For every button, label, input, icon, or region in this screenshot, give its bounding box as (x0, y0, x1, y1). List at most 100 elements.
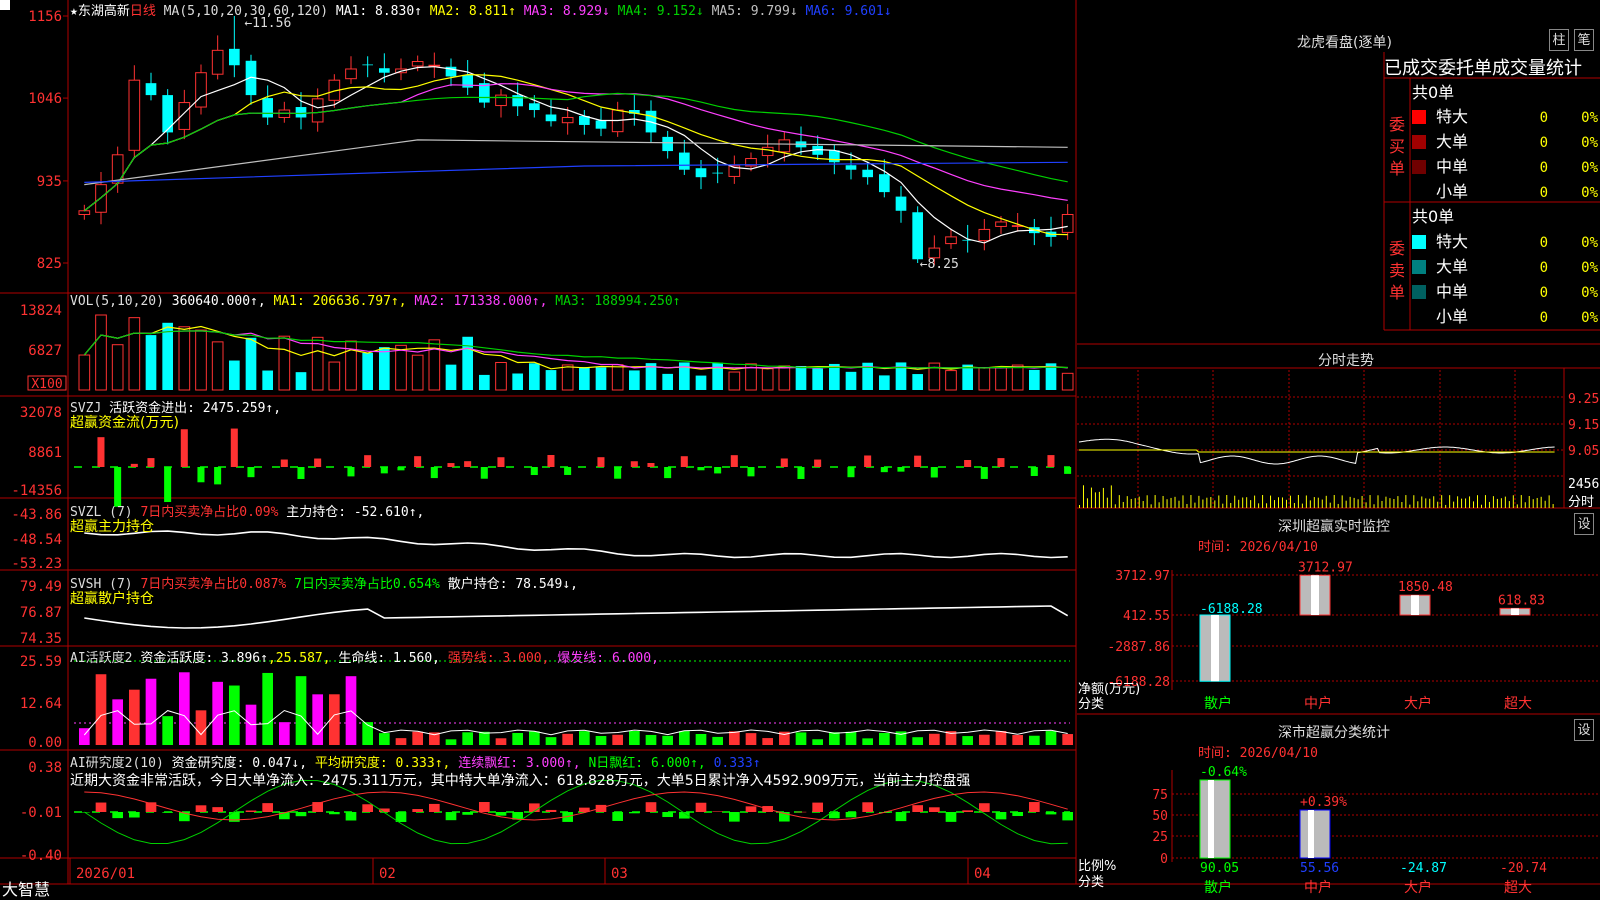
intraday-vol-bar-50 (1178, 500, 1180, 508)
ai-active-bar-50 (912, 737, 923, 745)
ai-active-bar-29 (562, 733, 573, 745)
svzj-bar-57 (1030, 467, 1038, 476)
intraday-vol-unit: 分时 (1568, 495, 1594, 510)
stock-name[interactable]: ★东湖高新 (70, 4, 130, 19)
bar-mode-button[interactable]: 柱 (1549, 29, 1569, 51)
volume-bar-24 (479, 374, 490, 390)
ai-active-bar-54 (979, 734, 990, 745)
intraday-vol-bar-52 (1182, 495, 1184, 508)
intraday-vol-bar-66 (1210, 497, 1212, 508)
svzj-sub: 超赢资金流(万元) (70, 415, 179, 431)
ai-active-bar-43 (795, 732, 807, 745)
intraday-vol-bar-206 (1488, 501, 1490, 508)
intraday-vol-bar-234 (1544, 500, 1546, 508)
volume-bar-20 (411, 354, 424, 391)
ai-research-bar-22 (445, 812, 457, 821)
ai-active-bar-53 (962, 736, 973, 745)
candle-body-3 (128, 79, 141, 151)
ai-active-bar-51 (929, 733, 940, 745)
intraday-vol-bar-164 (1405, 495, 1407, 508)
volume-bar-30 (579, 367, 590, 390)
intraday-vol-bar-106 (1289, 495, 1291, 508)
intraday-vol-bar-14 (1106, 497, 1108, 508)
intraday-vol-bar-146 (1369, 495, 1371, 508)
ai-research-bar-25 (495, 812, 507, 816)
svzj-bar-48 (880, 467, 888, 473)
ai-last: 0.333↑ (713, 756, 761, 771)
svzj-bar-40 (747, 467, 755, 477)
sell-side-label: 委 (1389, 239, 1405, 258)
ai-research-bar-56 (1012, 812, 1023, 817)
candle-body-13 (295, 107, 307, 118)
ai-research-bar-52 (945, 812, 957, 822)
volume-bar-12 (278, 335, 291, 391)
sz-category-settings-button[interactable]: 设 (1574, 719, 1594, 741)
ai-active-bar-28 (545, 737, 557, 745)
ai-active-bar-14 (312, 694, 323, 745)
sell-row-count-0: 0 (1540, 235, 1548, 251)
sz-monitor-settings-button[interactable]: 设 (1574, 513, 1594, 535)
ai-research-bar-43 (795, 811, 807, 813)
period-label[interactable]: 日线 (130, 4, 156, 19)
sz-category-category-1: 中户 (1304, 879, 1332, 896)
intraday-vol-bar-194 (1465, 498, 1467, 508)
volume-bar-3 (128, 317, 141, 391)
svzj-bar-31 (597, 457, 605, 467)
volume-bar-23 (462, 336, 473, 390)
volume-bar-13 (295, 372, 307, 390)
intraday-vol-bar-226 (1528, 495, 1530, 508)
volume-bar-4 (145, 335, 157, 390)
intraday-vol-bar-230 (1536, 497, 1538, 508)
sell-row-count-2: 0 (1540, 285, 1548, 301)
x-axis-label-1: 02 (379, 866, 396, 882)
ai-research-bar-11 (262, 803, 273, 812)
intraday-vol-bar-102 (1281, 497, 1283, 508)
candle-body-0 (78, 210, 91, 215)
ai-active-bar-11 (262, 672, 273, 745)
volume-bar-22 (445, 364, 457, 390)
ai-research-legend: AI研究度2(10) 资金研究度: 0.047↓, 平均研究度: 0.333↑,… (70, 752, 761, 771)
candle-body-45 (829, 150, 840, 163)
svzj-bar-14 (314, 458, 322, 467)
price-y-label-2: 935 (37, 174, 62, 190)
volume-y-label-1: 6827 (28, 343, 62, 359)
ai-research-bar-10 (245, 810, 257, 812)
svzj-bar-7 (197, 467, 205, 483)
sz-category-bar-1-highlight (1308, 810, 1314, 858)
ai-active-bar-30 (579, 731, 590, 745)
svzj-bar-23 (464, 461, 472, 467)
buy-row-label-1: 大单 (1436, 132, 1468, 151)
pen-mode-button[interactable]: 笔 (1574, 29, 1594, 51)
sell-row-label-3: 小单 (1436, 307, 1468, 326)
intraday-vol-bar-54 (1186, 503, 1188, 508)
svzj-bar-33 (630, 461, 638, 467)
sz-monitor-bar-highlight-3 (1511, 608, 1519, 615)
sz-category-top-label-0: -0.64% (1200, 765, 1247, 780)
sz-monitor-unit: 净额(万元) (1078, 682, 1140, 697)
ai-active-bar-25 (495, 738, 507, 745)
ai-active-bar-12 (279, 722, 290, 745)
ai-active-bar-46 (845, 731, 857, 745)
volume-bar-25 (495, 361, 507, 391)
ai-research-bar-8 (212, 807, 223, 812)
ai-active-bar-23 (462, 732, 473, 745)
vol-ma2: MA2: 171338.000↑, (414, 294, 548, 309)
intraday-vol-bar-24 (1126, 496, 1128, 508)
ai-active-bar-40 (745, 733, 757, 745)
vol-ma3: MA3: 188994.250↑ (555, 294, 681, 309)
volume-bar-26 (512, 373, 523, 390)
intraday-vol-bar-182 (1441, 495, 1443, 508)
ai-research-bar-17 (362, 804, 373, 812)
buy-row-count-1: 0 (1540, 135, 1548, 151)
intraday-vol-bar-202 (1480, 504, 1482, 508)
intraday-vol-bar-116 (1309, 500, 1311, 508)
volume-bar-17 (362, 352, 373, 390)
ai-active-bar-18 (379, 733, 390, 745)
volume-bar-53 (962, 364, 973, 390)
ai-active-bar-38 (712, 736, 723, 745)
sell-row-count-3: 0 (1540, 310, 1548, 326)
intraday-vol-bar-174 (1425, 498, 1427, 508)
intraday-vol-bar-228 (1532, 499, 1534, 508)
sz-monitor-value-1: 3712.97 (1298, 560, 1353, 575)
intraday-vol-bar-84 (1246, 497, 1248, 508)
